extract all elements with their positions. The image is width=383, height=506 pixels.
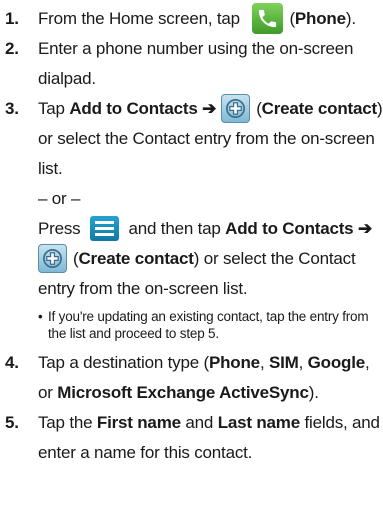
- or-divider: – or –: [38, 189, 81, 208]
- step-5: 5. Tap the First name and Last name fiel…: [0, 408, 383, 468]
- menu-icon: [89, 216, 119, 242]
- step-number: 3.: [5, 99, 19, 118]
- alternative-step: Press and then tap Add to Contacts ➔ (Cre…: [0, 214, 383, 304]
- step-number: 1.: [5, 9, 19, 28]
- create-contact-icon: [221, 94, 251, 124]
- step-number: 2.: [5, 39, 19, 58]
- step-1: 1. From the Home screen, tap (Phone).: [0, 3, 383, 35]
- step-number: 5.: [5, 413, 19, 432]
- bullet: •: [38, 309, 43, 324]
- instructions: 1. From the Home screen, tap (Phone). 2.…: [0, 0, 383, 506]
- step-number: 4.: [5, 353, 19, 372]
- step-2: 2. Enter a phone number using the on-scr…: [0, 34, 383, 94]
- step-4: 4. Tap a destination type (Phone, SIM, G…: [0, 348, 383, 408]
- note: • If you're updating an existing contact…: [38, 309, 369, 341]
- step-3: 3. Tap Add to Contacts ➔ (Create contact)…: [0, 94, 383, 184]
- create-contact-icon: [38, 244, 67, 274]
- phone-icon: [252, 3, 284, 35]
